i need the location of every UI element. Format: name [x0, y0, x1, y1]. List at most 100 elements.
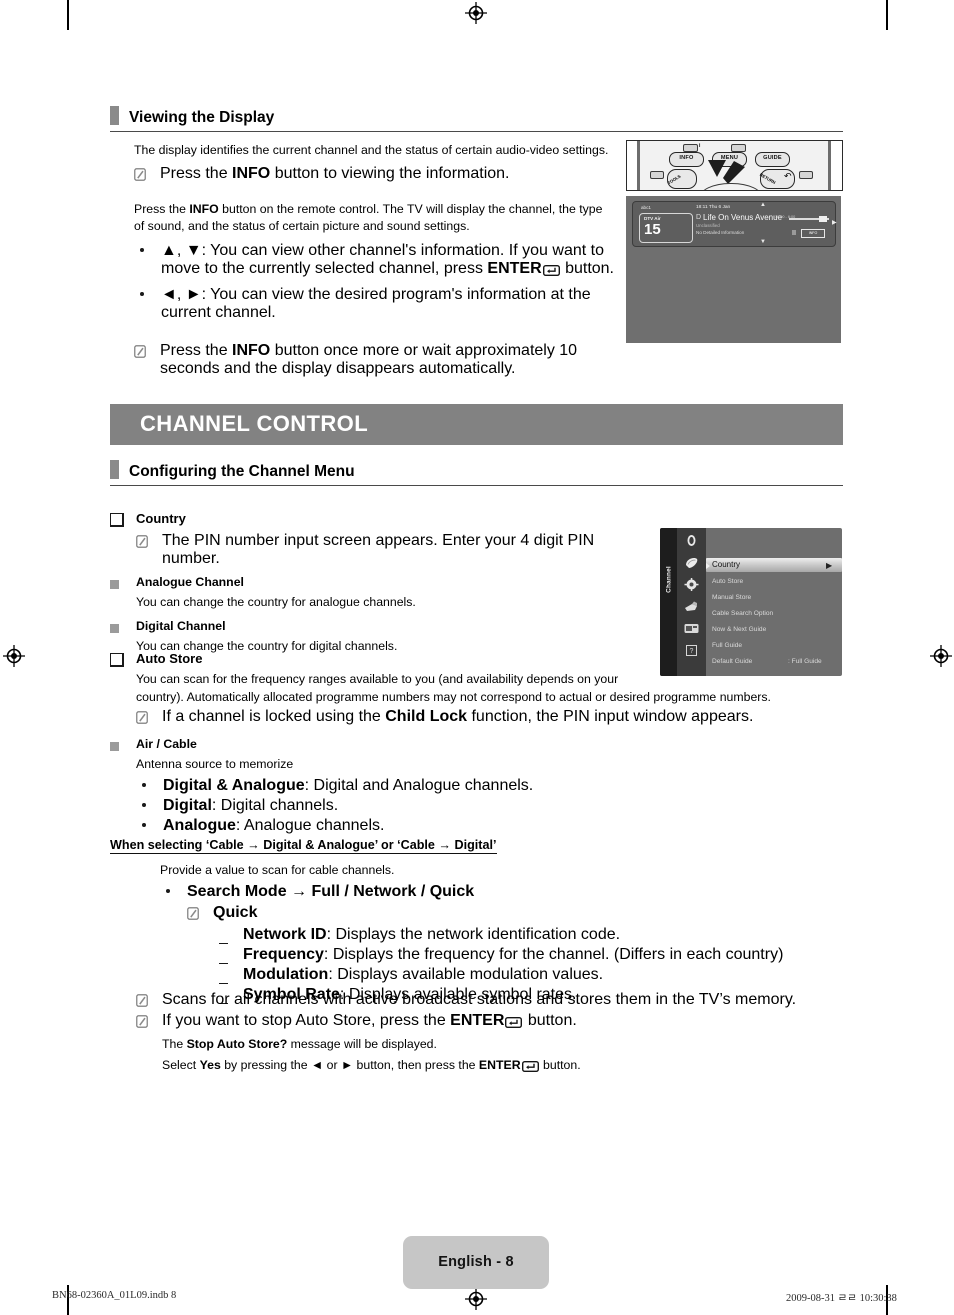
- tv-clock: 18:11 Thu 6 Jan: [696, 205, 731, 210]
- cable-item-frequency: Frequency: Displays the frequency for th…: [215, 946, 843, 964]
- closing-note-2-a: If you want to stop Auto Store, press th…: [162, 1012, 451, 1029]
- tv-program-title: Life On Venus Avenue: [703, 213, 783, 222]
- select-yes-a: Select: [162, 1057, 200, 1072]
- tv-channel-box: DTV Air 15: [639, 213, 693, 243]
- note1-text-a: Press the: [160, 164, 233, 182]
- note-icon: [134, 166, 146, 184]
- osd-item-cable-search-option[interactable]: Cable Search Option: [712, 610, 773, 617]
- search-mode-bullet: Search Mode → Full / Network / Quick: [160, 883, 843, 901]
- registration-mark-left: [3, 645, 25, 667]
- square-hollow-bullet-icon: [110, 653, 124, 672]
- configuring-channel-menu-title: Configuring the Channel Menu: [129, 463, 355, 480]
- footer-file-name: BN68-02360A_01L09.indb 8: [52, 1290, 177, 1301]
- note-icon: [187, 905, 199, 923]
- registration-mark-bottom: [465, 1288, 487, 1310]
- air-cable-option-3: Analogue: Analogue channels.: [136, 817, 843, 835]
- tv-program-type-icon: D: [696, 214, 702, 221]
- page-number-badge: English - 8: [403, 1236, 549, 1289]
- note-icon: [136, 709, 148, 727]
- viewing-paragraph-2: Press the INFO button on the remote cont…: [134, 201, 614, 236]
- country-block: Country The PIN number input screen appe…: [110, 510, 630, 655]
- input-icon[interactable]: [684, 622, 699, 635]
- note-icon: [134, 343, 146, 361]
- analogue-channel-row: Analogue Channel: [110, 573, 630, 591]
- analogue-channel-title: Analogue Channel: [136, 575, 244, 589]
- bullet2-text: ◄, ►: You can view the desired program's…: [161, 286, 591, 322]
- select-yes-enter: ENTER: [478, 1057, 521, 1072]
- country-heading: Country: [136, 511, 186, 526]
- tv-rating: Unclassified: [696, 223, 720, 228]
- tv-info-banner: abc1 18:11 Thu 6 Jan ▲ DTV Air 15 D Life…: [632, 201, 837, 247]
- select-yes-keyword: Yes: [199, 1057, 221, 1072]
- picture-icon[interactable]: [684, 534, 699, 547]
- viewing-bullet-2: ◄, ►: You can view the desired program's…: [134, 286, 614, 322]
- select-yes-c: by pressing the ◄ or ► button, then pres…: [220, 1057, 479, 1072]
- channel-settings-icon[interactable]: [684, 578, 699, 591]
- viewing-note-2: Press the INFO button once more or wait …: [134, 342, 614, 378]
- search-mode-text: Search Mode → Full / Network / Quick: [187, 882, 475, 900]
- osd-item-auto-store[interactable]: Auto Store: [712, 578, 743, 585]
- auto-store-heading-row: Auto Store: [110, 650, 843, 668]
- remote-return-arrow-icon: ↶: [784, 171, 792, 181]
- tv-channel-name: abc1: [641, 205, 651, 210]
- closing-note-2-line-2: The Stop Auto Store? message will be dis…: [162, 1036, 846, 1054]
- viewing-display-title: Viewing the Display: [129, 109, 275, 126]
- footer-timestamp: 2009-08-31 ㄹㄹ 10:30:38: [786, 1293, 897, 1304]
- modulation-desc: : Displays available modulation values.: [328, 965, 604, 983]
- osd-item-manual-store[interactable]: Manual Store: [712, 594, 751, 601]
- remote-left-edge: [637, 141, 640, 190]
- para2-text-a: Press the: [134, 201, 190, 216]
- viewing-intro-paragraph: The display identifies the current chann…: [134, 143, 609, 157]
- osd-item-country[interactable]: Country: [712, 560, 740, 569]
- tv-info-badge: INFO: [801, 229, 825, 238]
- note2-text-a: Press the: [160, 342, 233, 360]
- option-1-desc: : Digital and Analogue channels.: [304, 777, 534, 795]
- option-2-desc: : Digital channels.: [211, 797, 339, 815]
- air-cable-option-2: Digital: Digital channels.: [136, 797, 843, 815]
- bullet-dot-icon: [142, 777, 146, 795]
- registration-mark-right: [930, 645, 952, 667]
- country-heading-row: Country: [110, 510, 630, 528]
- frequency-desc: : Displays the frequency for the channel…: [323, 945, 784, 963]
- option-3-desc: : Analogue channels.: [235, 817, 385, 835]
- section-marker-icon: [110, 460, 119, 479]
- air-cable-body: Antenna source to memorize: [136, 757, 294, 772]
- section-marker-icon: [110, 106, 119, 125]
- frequency-name: Frequency: [243, 945, 324, 963]
- bullet1-enter-label: ENTER: [487, 260, 542, 278]
- option-2-name: Digital: [163, 797, 212, 815]
- remote-info-button[interactable]: INFO: [669, 152, 704, 167]
- auto-store-heading: Auto Store: [136, 651, 203, 666]
- note1-text-c: button to viewing the information.: [270, 164, 510, 182]
- auto-store-note-a: If a channel is locked using the: [162, 708, 386, 726]
- remote-info-glyph: i: [699, 143, 701, 149]
- note-icon: [136, 992, 148, 1010]
- air-cable-title: Air / Cable: [136, 737, 197, 752]
- viewing-note-1: Press the INFO button to viewing the inf…: [134, 165, 614, 183]
- closing-note-1-text: Scans for all channels with active broad…: [162, 991, 797, 1008]
- manual-page: Viewing the Display The display identifi…: [0, 0, 954, 1315]
- auto-store-body-line-1: You can scan for the frequency ranges av…: [136, 672, 619, 686]
- network-id-desc: : Displays the network identification co…: [326, 925, 621, 943]
- note-icon: [136, 1013, 148, 1031]
- osd-item-full-guide[interactable]: Full Guide: [712, 642, 742, 649]
- modulation-name: Modulation: [243, 965, 329, 983]
- remote-guide-button[interactable]: GUIDE: [755, 152, 790, 167]
- tv-details: No Detailed Information: [696, 230, 745, 235]
- note-icon: [136, 533, 148, 551]
- enter-key-icon: [505, 1015, 523, 1033]
- quick-note: Quick: [187, 904, 843, 922]
- setup-icon[interactable]: [684, 600, 699, 613]
- sound-icon[interactable]: [684, 556, 699, 569]
- registration-mark-top: [465, 2, 487, 24]
- auto-store-note: If a channel is locked using the Child L…: [136, 708, 843, 726]
- remote-mini-button-top-right: [731, 144, 746, 152]
- auto-store-block: Auto Store You can scan for the frequenc…: [110, 650, 843, 835]
- osd-selected-caret-left: [706, 563, 710, 569]
- tv-channel-number: 15: [644, 221, 661, 238]
- remote-mini-button-top-left: [683, 144, 698, 152]
- country-note: The PIN number input screen appears. Ent…: [136, 532, 630, 568]
- square-filled-bullet-icon: [110, 739, 119, 757]
- option-1-name: Digital & Analogue: [163, 777, 305, 795]
- osd-item-now-next-guide[interactable]: Now & Next Guide: [712, 626, 766, 633]
